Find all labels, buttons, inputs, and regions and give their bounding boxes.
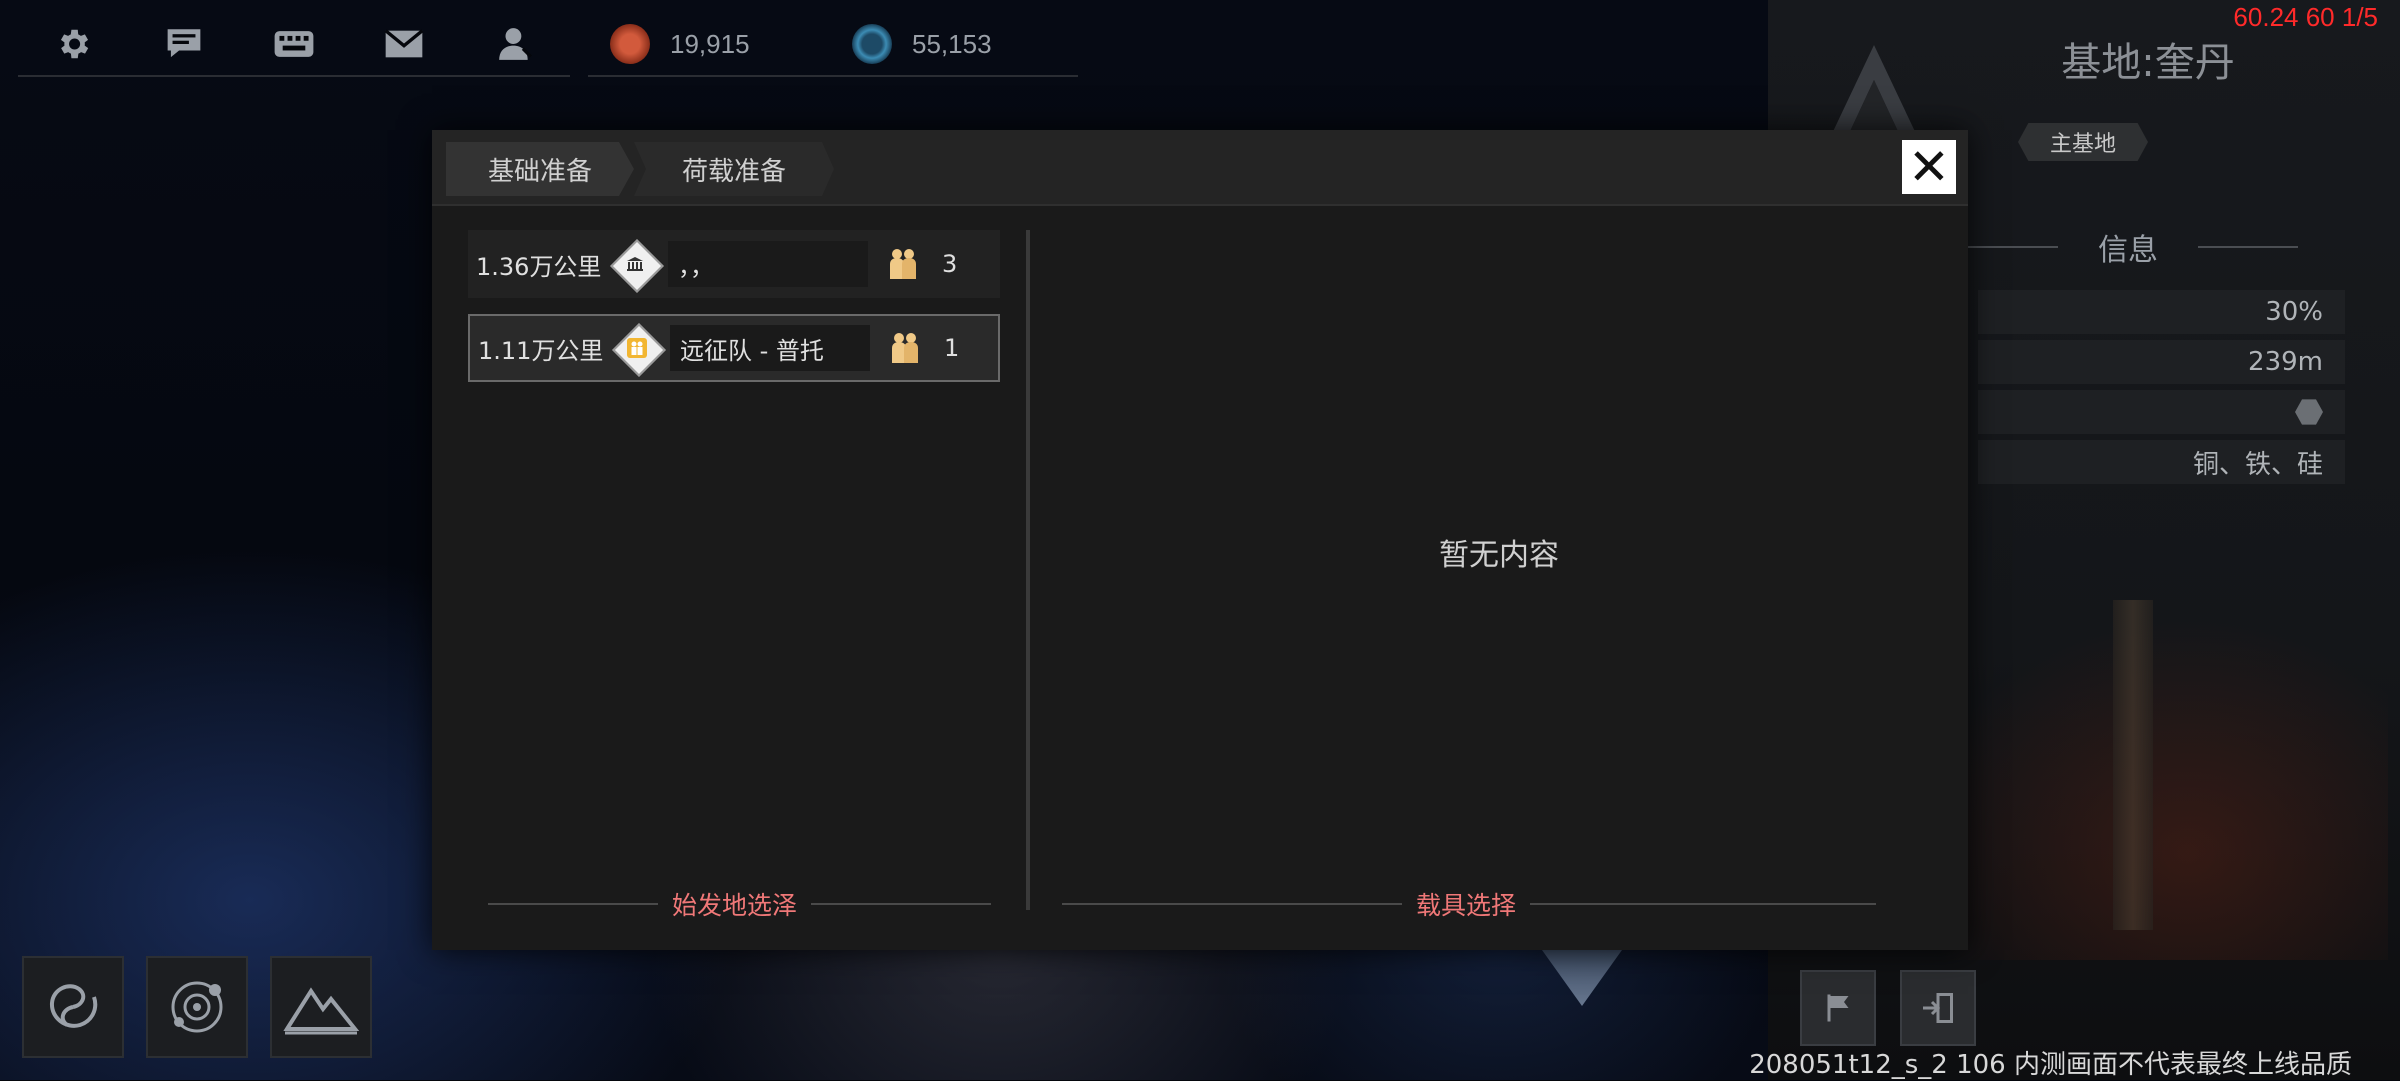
enter-icon bbox=[1923, 993, 1953, 1023]
profile-icon[interactable] bbox=[491, 20, 539, 68]
tab-basic-prep[interactable]: 基础准备 bbox=[446, 142, 634, 196]
close-button[interactable]: ✕ bbox=[1902, 140, 1956, 194]
resource-red-value: 19,915 bbox=[670, 28, 750, 59]
expedition-prep-dialog: 基础准备 荷载准备 ✕ 1.36万公里 ，， 3 1.11万公里 远征队 - 普… bbox=[432, 130, 1968, 950]
empty-state-text: 暂无内容 bbox=[1439, 538, 1559, 573]
flag-icon bbox=[1827, 994, 1849, 1022]
route-item[interactable]: 1.11万公里 远征队 - 普托 1 bbox=[468, 314, 1000, 382]
dialog-header: 基础准备 荷载准备 ✕ bbox=[432, 130, 1968, 206]
red-resource-icon bbox=[610, 24, 650, 64]
resource-bar: 19,915 55,153 bbox=[588, 13, 1078, 77]
info-row-height: 239m bbox=[1978, 340, 2345, 384]
vehicle-select-footer: 载具选择 bbox=[1062, 886, 1877, 922]
top-menu-icons bbox=[18, 13, 570, 77]
gear-icon[interactable] bbox=[49, 20, 97, 68]
section-divider bbox=[2198, 246, 2298, 248]
base-image-tower bbox=[2113, 600, 2153, 930]
resource-blue: 55,153 bbox=[852, 24, 1072, 64]
resource-red: 19,915 bbox=[610, 24, 830, 64]
enter-base-button[interactable] bbox=[1900, 970, 1976, 1046]
people-icon bbox=[886, 246, 920, 282]
top-bar: 19,915 55,153 bbox=[18, 13, 1078, 77]
people-icon bbox=[888, 330, 922, 366]
base-type-icon bbox=[610, 239, 664, 293]
close-icon: ✕ bbox=[1908, 138, 1950, 196]
section-divider bbox=[1958, 246, 2058, 248]
orbit-icon bbox=[171, 981, 223, 1033]
route-member-count: 1 bbox=[944, 334, 960, 362]
galaxy-view-button[interactable] bbox=[22, 956, 124, 1058]
flag-button[interactable] bbox=[1800, 970, 1876, 1046]
terrain-view-button[interactable] bbox=[270, 956, 372, 1058]
info-section-label: 信息 bbox=[2098, 233, 2158, 268]
build-watermark: 208051t12_s_2 106 内测画面不代表最终上线品质 bbox=[1749, 1050, 2352, 1080]
blue-resource-icon bbox=[852, 24, 892, 64]
footer-divider bbox=[811, 903, 992, 905]
fps-counter: 60.24 60 1/5 bbox=[2233, 2, 2378, 32]
galaxy-icon bbox=[50, 984, 98, 1028]
keyboard-icon[interactable] bbox=[270, 20, 318, 68]
footer-divider bbox=[1062, 903, 1402, 905]
main-base-badge: 主基地 bbox=[2018, 123, 2148, 161]
expedition-type-icon bbox=[612, 323, 666, 377]
base-title: 基地:奎丹 bbox=[2061, 40, 2235, 86]
info-row-terrain bbox=[1978, 390, 2345, 434]
mountain-icon bbox=[283, 987, 359, 1035]
route-item[interactable]: 1.36万公里 ，， 3 bbox=[468, 230, 1000, 298]
info-section-header: 信息 bbox=[1958, 222, 2298, 272]
route-member-count: 3 bbox=[942, 250, 958, 278]
info-row-minerals: 铜、铁、硅 bbox=[1978, 440, 2345, 484]
hex-terrain-icon bbox=[2295, 399, 2323, 425]
origin-select-label[interactable]: 始发地选泽 bbox=[658, 886, 811, 922]
origin-select-footer: 始发地选泽 bbox=[488, 886, 992, 922]
mail-icon[interactable] bbox=[380, 20, 428, 68]
info-row-percent: 30% bbox=[1978, 290, 2345, 334]
tab-payload-prep[interactable]: 荷载准备 bbox=[634, 142, 834, 196]
footer-divider bbox=[1530, 903, 1877, 905]
chat-icon[interactable] bbox=[160, 20, 208, 68]
vehicle-select-label[interactable]: 载具选择 bbox=[1402, 886, 1530, 922]
planet-view-button[interactable] bbox=[146, 956, 248, 1058]
route-distance: 1.11万公里 bbox=[478, 336, 604, 365]
footer-divider bbox=[488, 903, 658, 905]
route-name: 远征队 - 普托 bbox=[670, 325, 870, 371]
route-distance: 1.36万公里 bbox=[476, 252, 602, 281]
resource-blue-value: 55,153 bbox=[912, 28, 992, 59]
route-name: ，， bbox=[668, 241, 868, 287]
